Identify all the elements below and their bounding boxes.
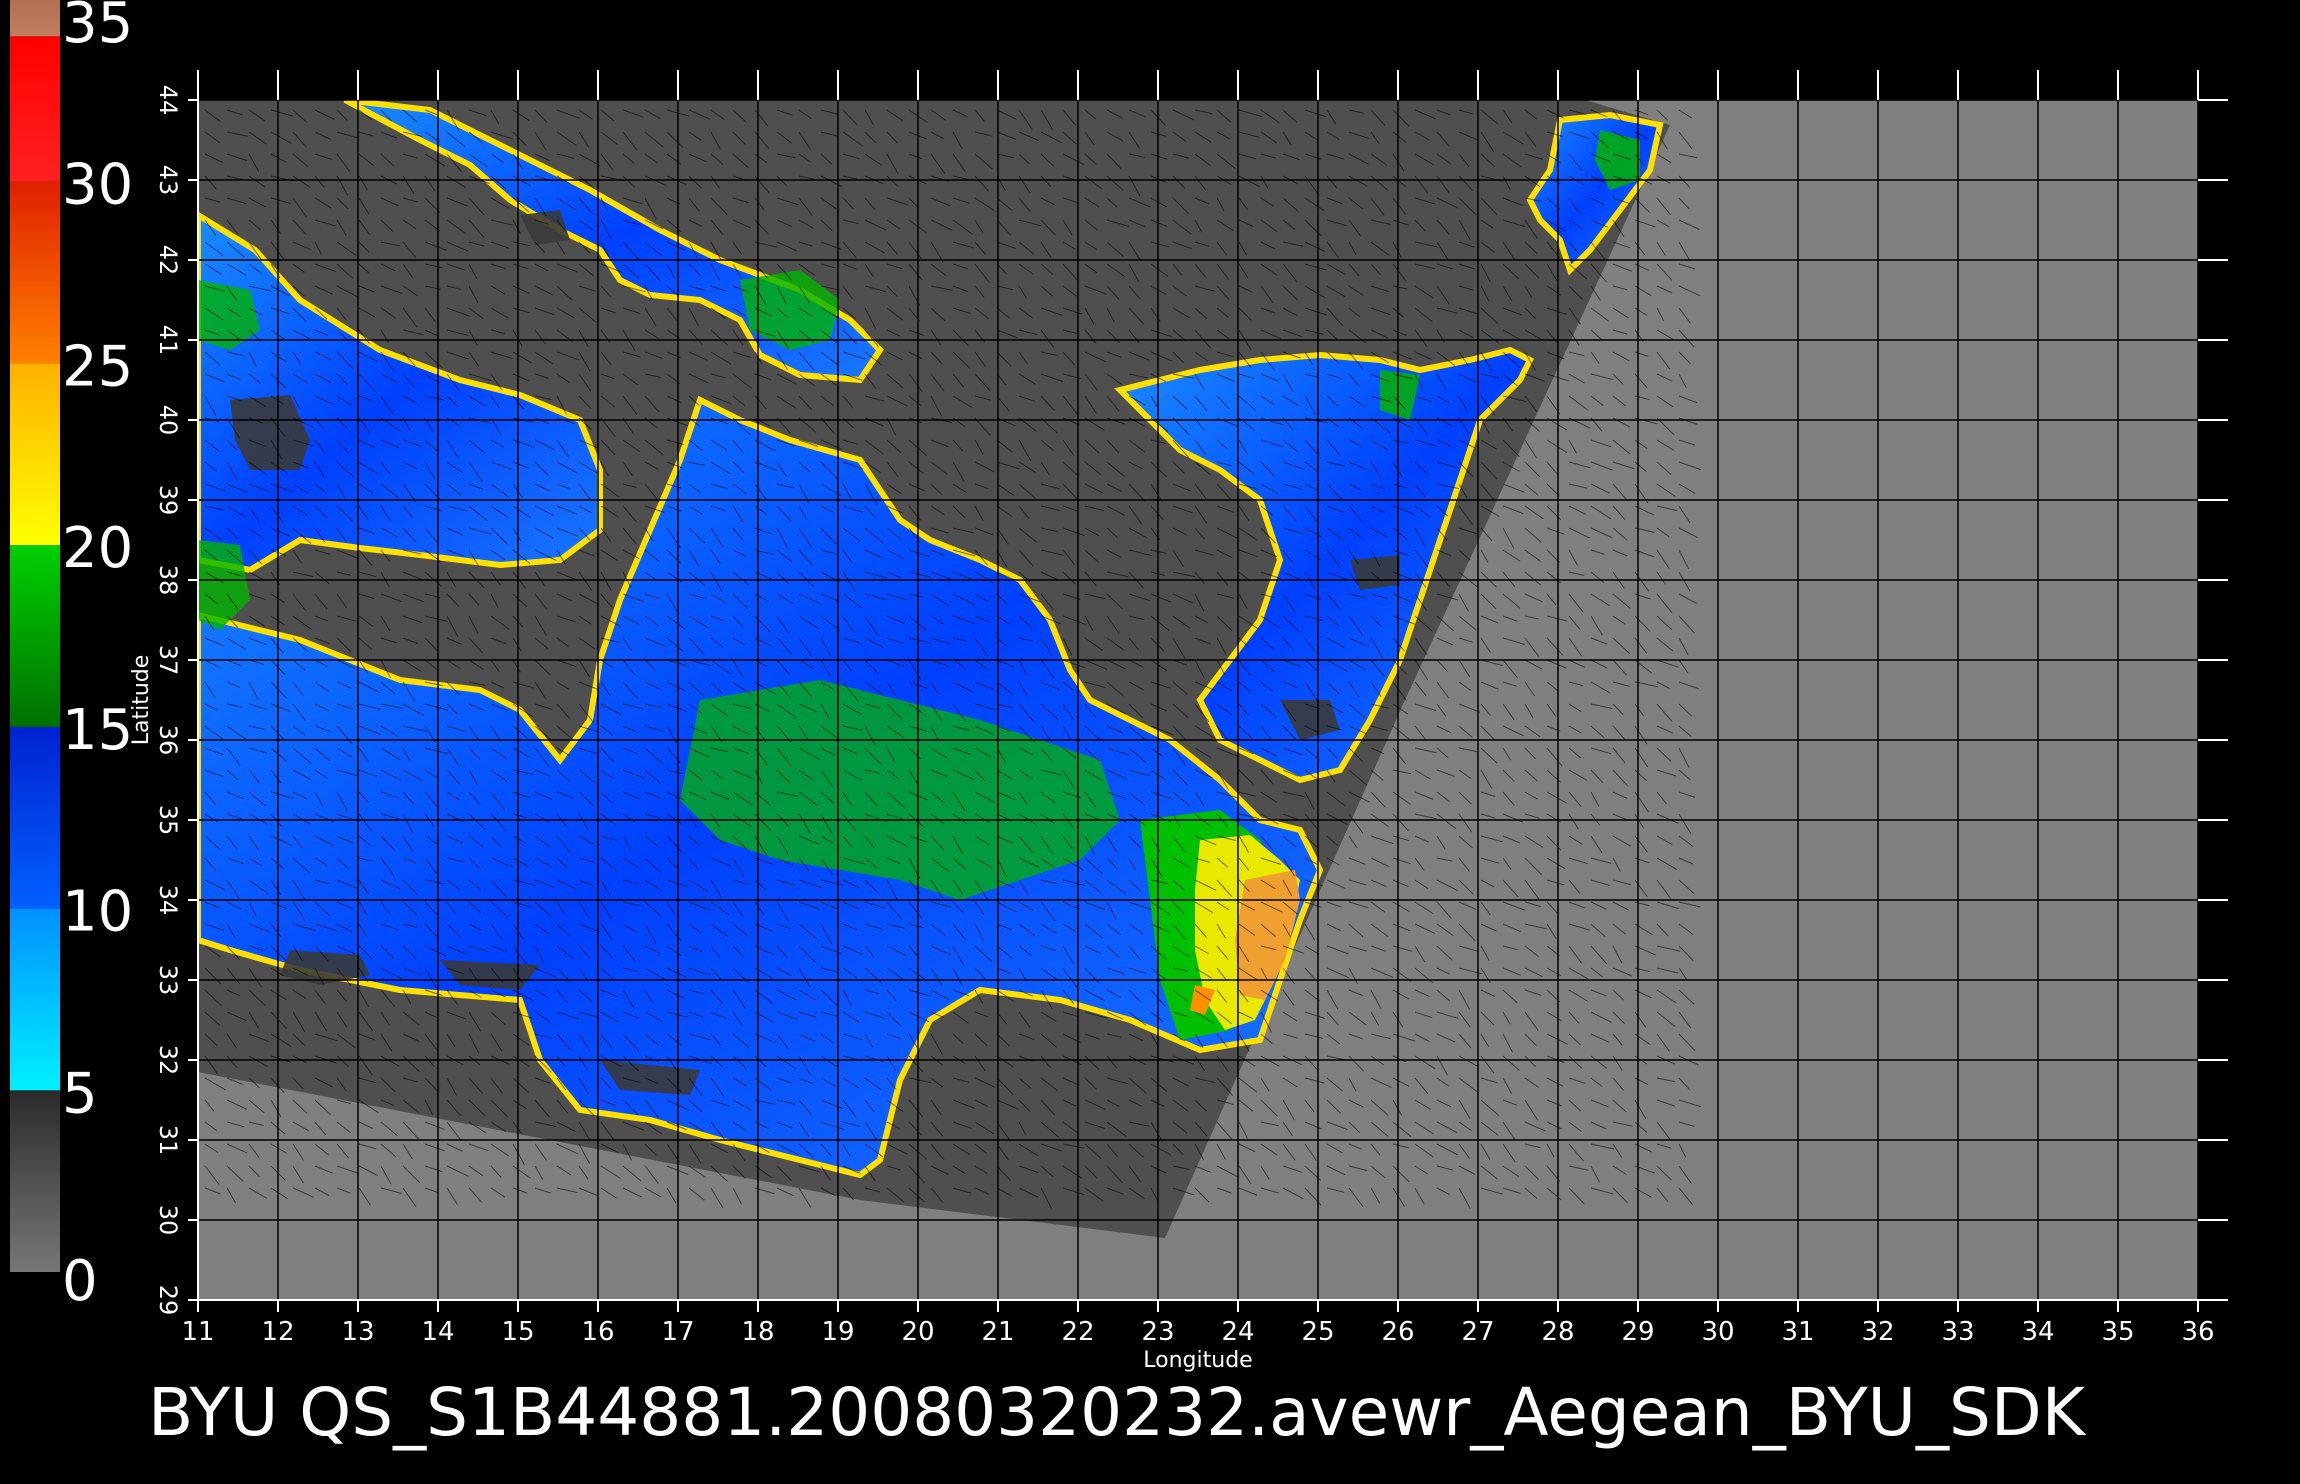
x-tick-label: 31 — [1781, 1317, 1814, 1347]
x-tick-label: 14 — [421, 1317, 454, 1347]
x-tick-label: 29 — [1621, 1317, 1654, 1347]
y-tick-label: 42 — [154, 245, 182, 276]
y-tick-label: 39 — [154, 485, 182, 516]
x-tick-label: 36 — [2181, 1317, 2214, 1347]
x-tick-label: 16 — [581, 1317, 614, 1347]
x-tick-label: 23 — [1141, 1317, 1174, 1347]
y-tick-label: 44 — [154, 85, 182, 116]
product-caption: BYU QS_S1B44881.20080320232.avewr_Aegean… — [148, 1374, 2087, 1451]
y-tick-label: 41 — [154, 325, 182, 356]
colorbar-label: 10 — [62, 880, 133, 945]
x-tick-label: 25 — [1301, 1317, 1334, 1347]
y-tick-label: 40 — [154, 405, 182, 436]
y-tick-label: 43 — [154, 165, 182, 196]
colorbar-segment — [10, 726, 60, 909]
x-tick-label: 35 — [2101, 1317, 2134, 1347]
x-tick-label: 19 — [821, 1317, 854, 1347]
colorbar-label: 20 — [62, 516, 133, 581]
x-tick-label: 32 — [1861, 1317, 1894, 1347]
colorbar-label: 30 — [62, 153, 133, 218]
y-tick-label: 31 — [154, 1125, 182, 1156]
colorbar-segment — [10, 1090, 60, 1272]
x-tick-label: 12 — [261, 1317, 294, 1347]
y-tick-label: 32 — [154, 1045, 182, 1076]
y-tick-label: 38 — [154, 565, 182, 596]
colorbar-label: 5 — [62, 1061, 98, 1126]
y-tick-label: 30 — [154, 1205, 182, 1236]
x-tick-label: 34 — [2021, 1317, 2054, 1347]
x-tick-label: 20 — [901, 1317, 934, 1347]
colorbar-labels: 0 5 10 15 20 25 30 35 — [62, 0, 133, 1314]
colorbar-label: 15 — [62, 698, 133, 763]
map-canvas: 11 12 13 14 15 16 17 18 19 20 21 22 23 24 25 26 27 28 29 30… — [10, 0, 2228, 1451]
x-tick-label: 30 — [1701, 1317, 1734, 1347]
y-tick-label: 37 — [154, 645, 182, 676]
colorbar-segment — [10, 545, 60, 727]
x-tick-label: 17 — [661, 1317, 694, 1347]
colorbar-label: 35 — [62, 0, 133, 56]
colorbar-segment — [10, 36, 60, 182]
y-tick-label: 29 — [154, 1285, 182, 1316]
colorbar-segment — [10, 0, 60, 37]
y-tick-label: 33 — [154, 965, 182, 996]
wind-speed-map: 11 12 13 14 15 16 17 18 19 20 21 22 23 24 25 26 27 28 29 30… — [0, 0, 2300, 1480]
x-tick-label: 28 — [1541, 1317, 1574, 1347]
colorbar-label: 25 — [62, 334, 133, 399]
x-tick-label: 26 — [1381, 1317, 1414, 1347]
x-tick-label: 22 — [1061, 1317, 1094, 1347]
x-tick-label: 11 — [181, 1317, 214, 1347]
x-tick-label: 13 — [341, 1317, 374, 1347]
x-tick-label: 21 — [981, 1317, 1014, 1347]
colorbar-segment — [10, 908, 60, 1091]
wind-speed-colorbar — [10, 0, 60, 1272]
x-tick-label: 18 — [741, 1317, 774, 1347]
y-tick-label: 34 — [154, 885, 182, 916]
colorbar-segment — [10, 363, 60, 546]
colorbar-label: 0 — [62, 1249, 98, 1314]
x-tick-label: 15 — [501, 1317, 534, 1347]
colorbar-segment — [10, 181, 60, 364]
x-tick-label: 27 — [1461, 1317, 1494, 1347]
x-axis-label: Longitude — [1143, 1348, 1252, 1373]
x-tick-label: 33 — [1941, 1317, 1974, 1347]
y-tick-label: 36 — [154, 725, 182, 756]
y-tick-label: 35 — [154, 805, 182, 836]
x-tick-label: 24 — [1221, 1317, 1254, 1347]
